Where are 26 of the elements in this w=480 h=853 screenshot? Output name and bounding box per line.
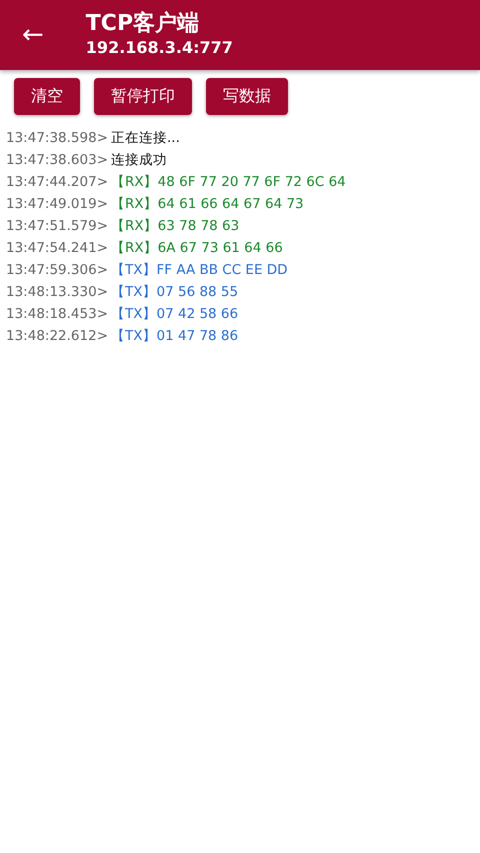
log-timestamp: 13:48:18.453>	[6, 306, 108, 322]
log-message: 【RX】63 78 78 63	[111, 217, 240, 235]
log-timestamp: 13:48:13.330>	[6, 284, 108, 300]
action-button[interactable]: 清空	[14, 78, 80, 115]
log-timestamp: 13:47:54.241>	[6, 240, 108, 256]
log-message: 【TX】07 42 58 66	[111, 305, 238, 323]
log-message: 【RX】6A 67 73 61 64 66	[111, 239, 283, 257]
log-timestamp: 13:47:38.603>	[6, 152, 108, 168]
log-message: 【TX】FF AA BB CC EE DD	[111, 261, 288, 279]
log-message: 【TX】07 56 88 55	[111, 283, 238, 301]
action-button[interactable]: 写数据	[206, 78, 288, 115]
action-button[interactable]: 暂停打印	[94, 78, 192, 115]
log-message: 正在连接...	[111, 129, 180, 147]
log-timestamp: 13:48:22.612>	[6, 328, 108, 344]
log-timestamp: 13:47:44.207>	[6, 174, 108, 190]
address-subtitle: 192.168.3.4:777	[86, 37, 233, 59]
log-timestamp: 13:47:51.579>	[6, 218, 108, 234]
log-timestamp: 13:47:59.306>	[6, 262, 108, 278]
log-message: 【RX】64 61 66 64 67 64 73	[111, 195, 304, 213]
log-message: 【RX】48 6F 77 20 77 6F 72 6C 64	[111, 173, 346, 191]
back-button[interactable]: ←	[22, 22, 44, 48]
log-timestamp: 13:47:49.019>	[6, 196, 108, 212]
log-timestamp: 13:47:38.598>	[6, 130, 108, 146]
log-message: 连接成功	[111, 151, 168, 169]
log-message: 【TX】01 47 78 86	[111, 327, 238, 345]
page-title: TCP客户端	[86, 11, 200, 37]
